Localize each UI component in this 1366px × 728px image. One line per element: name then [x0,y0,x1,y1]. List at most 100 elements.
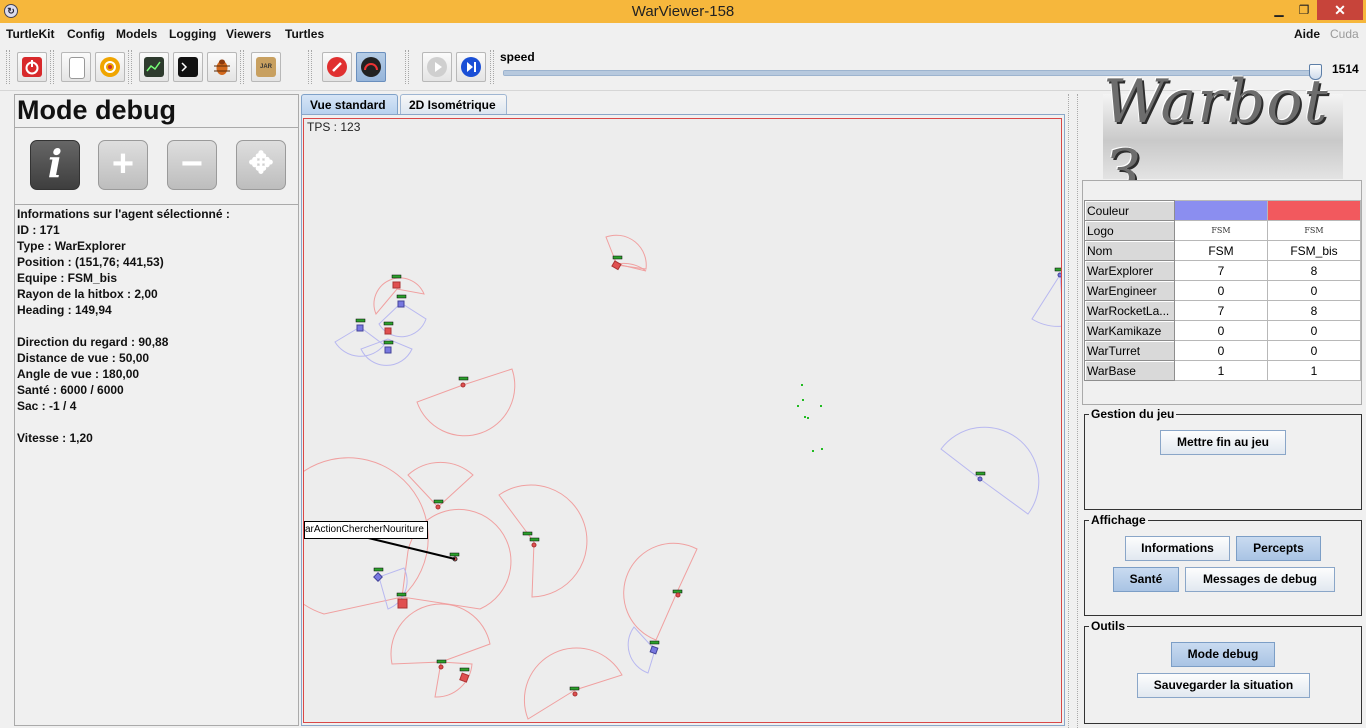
toolbar-grip[interactable] [6,50,10,84]
simulation-canvas[interactable]: TPS : 123 arActionChercherNouriture [303,118,1062,723]
teams-row-header: Nom [1084,240,1175,261]
health-bar [396,592,407,597]
debug-mode-button[interactable]: Mode debug [1171,642,1275,667]
teams-row-header: WarEngineer [1084,280,1175,301]
food [802,399,804,401]
bug-button[interactable] [207,52,237,82]
teams-cell: 0 [1174,320,1268,341]
teams-row-header: WarRocketLa... [1084,300,1175,321]
teams-row: Nom FSM FSM_bis [1084,240,1361,261]
end-game-button[interactable]: Mettre fin au jeu [1160,430,1286,455]
teams-row-header: WarTurret [1084,340,1175,361]
play-button[interactable] [422,52,452,82]
stop-button[interactable] [322,52,352,82]
reload-button[interactable] [95,52,125,82]
percept-cone [605,234,647,270]
red-agent [438,664,444,670]
gauge-icon [361,57,381,77]
teams-row: Couleur [1084,200,1361,221]
toolbar-separator [490,50,494,84]
debug-tools: i + − ✥ [15,127,298,205]
teams-row-header: Logo [1084,220,1175,241]
blue-agent [356,324,364,332]
tab-vue-standard[interactable]: Vue standard [301,94,398,114]
red-agent [675,592,681,598]
red-agent [531,542,537,548]
health-bar [449,552,460,557]
remove-tool-icon[interactable]: − [167,140,217,190]
menu-config[interactable]: Config [67,27,105,41]
minimize-icon[interactable]: ▁ [1268,0,1290,20]
info-line: Santé : 6000 / 6000 [17,383,124,397]
sante-button[interactable]: Santé [1113,567,1179,592]
health-bar [569,686,580,691]
menu-viewers[interactable]: Viewers [226,27,271,41]
jar-button[interactable]: JAR [251,52,281,82]
teams-cell: 0 [1174,340,1268,361]
menu-models[interactable]: Models [116,27,157,41]
menu-turtlekit[interactable]: TurtleKit [6,27,54,41]
new-button[interactable] [61,52,91,82]
save-situation-button[interactable]: Sauvegarder la situation [1137,673,1310,698]
red-agent [435,504,441,510]
health-bar [612,255,623,260]
red-agent [460,382,466,388]
info-line: Position : (151,76; 441,53) [17,255,164,269]
maximize-icon[interactable]: ❐ [1293,0,1315,20]
health-bar [383,321,394,326]
blue-agent [977,476,983,482]
teams-cell: 0 [1267,320,1361,341]
teams-cell: 1 [1174,360,1268,381]
teams-cell: 0 [1267,340,1361,361]
teams-cell: 8 [1267,260,1361,281]
info-line: Informations sur l'agent sélectionné : [17,207,230,221]
teams-row: WarRocketLa... 7 8 [1084,300,1361,321]
window-title: WarViewer-158 [631,3,735,20]
health-bar [649,640,660,645]
teams-row-header: Couleur [1084,200,1175,221]
health-bar [396,294,407,299]
teams-cell: 0 [1174,280,1268,301]
health-bar [355,318,366,323]
split-pane-divider[interactable] [1068,94,1078,728]
info-line: Vitesse : 1,20 [17,431,93,445]
info-line: Equipe : FSM_bis [17,271,118,285]
info-tool-icon[interactable]: i [30,140,80,190]
display-group: Affichage Informations Percepts Santé Me… [1084,513,1362,616]
teams-row-header: WarKamikaze [1084,320,1175,341]
menu-help[interactable]: Aide [1294,27,1320,41]
teams-cell: 8 [1267,300,1361,321]
teams-row: WarExplorer 7 8 [1084,260,1361,281]
food-items [797,384,823,452]
percept-cone [623,542,698,641]
percept-cone [390,603,491,665]
toolbar-separator [240,50,244,84]
chart-viewer-button[interactable] [139,52,169,82]
health-bar [672,589,683,594]
tab-2d-isometrique[interactable]: 2D Isométrique [400,94,507,114]
menu-logging[interactable]: Logging [169,27,216,41]
toolbar-separator [50,50,54,84]
informations-button[interactable]: Informations [1125,536,1230,561]
debug-view-button[interactable] [356,52,386,82]
close-icon[interactable]: ✕ [1317,0,1363,20]
step-button[interactable] [456,52,486,82]
food [804,416,806,418]
blue-agent [384,346,392,354]
debug-messages-button[interactable]: Messages de debug [1185,567,1335,592]
teams-cell: FSM_bis [1267,240,1361,261]
percepts-button[interactable]: Percepts [1236,536,1321,561]
percept-cone [1031,273,1061,327]
menu-turtles[interactable]: Turtles [285,27,324,41]
stop-icon [327,57,347,77]
teams-row: WarBase 1 1 [1084,360,1361,381]
teams-row: WarEngineer 0 0 [1084,280,1361,301]
console-button[interactable] [173,52,203,82]
teams-row: WarTurret 0 0 [1084,340,1361,361]
shutdown-button[interactable] [17,52,47,82]
red-agent [392,281,401,289]
team-color-swatch [1174,200,1268,221]
add-tool-icon[interactable]: + [98,140,148,190]
move-tool-icon[interactable]: ✥ [236,140,286,190]
